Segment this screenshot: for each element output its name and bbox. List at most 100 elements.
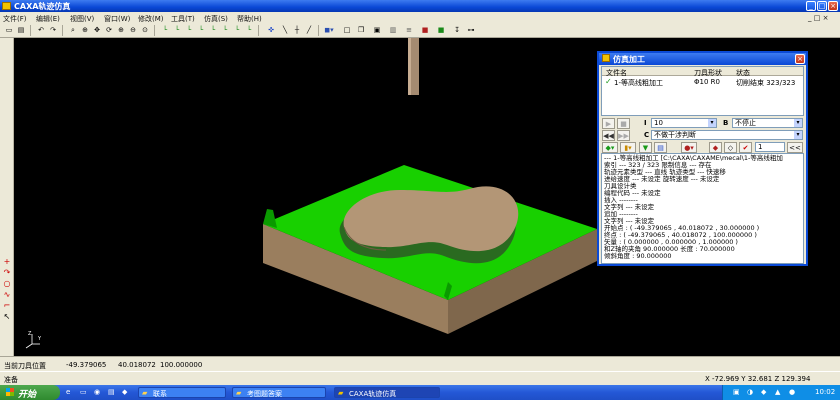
task-label: CAXA轨迹仿真 (349, 390, 397, 398)
ready-text: 准备 (4, 376, 18, 384)
file-row-tool: Φ10 R0 (694, 78, 720, 86)
redo-icon[interactable]: ↷ (48, 25, 58, 35)
dimension-icon[interactable]: ┼ (292, 25, 302, 35)
color-button[interactable]: ●▾ (681, 142, 697, 153)
material-button[interactable]: ◆ (709, 142, 722, 153)
view-bottom-icon[interactable]: └ (220, 25, 230, 35)
view-left-icon[interactable]: └ (184, 25, 194, 35)
line-icon[interactable]: ╲ (280, 25, 290, 35)
path-display-button[interactable]: ▤ (654, 142, 667, 153)
tray-volume-icon[interactable]: ◑ (747, 388, 753, 396)
tool-icon[interactable]: ↧ (452, 25, 462, 35)
box-icon[interactable]: ▣ (372, 25, 382, 35)
circle-icon[interactable]: ○ (2, 278, 12, 288)
zoom-all-icon[interactable]: ⊙ (140, 25, 150, 35)
status-bar-secondary: 准备 X -72.969 Y 32.681 Z 129.394 (0, 371, 840, 385)
simulation-dialog[interactable]: 仿真加工 × 文件名 刀具形状 状态 ✓ 1-等高线粗加工 Φ10 R0 切削结… (597, 51, 808, 266)
maximize-button[interactable]: □ (817, 1, 827, 11)
new-file-icon[interactable]: ▭ (4, 25, 14, 35)
quicklaunch-caxa-icon[interactable]: ◆ (122, 388, 131, 397)
task-label: 考图题答案 (247, 390, 282, 398)
view-front-icon[interactable]: └ (160, 25, 170, 35)
tray-ime-icon[interactable]: ▲ (775, 388, 780, 396)
tool-display-button[interactable]: ▮▾ (620, 142, 636, 153)
confirm-check-icon[interactable]: ✔ (739, 142, 752, 153)
task-lianxi[interactable]: ▰ 联系 (138, 387, 226, 398)
file-row[interactable]: ✓ 1-等高线粗加工 Φ10 R0 切削结束 323/323 (602, 77, 803, 87)
view-top-icon[interactable]: └ (208, 25, 218, 35)
minimize-button[interactable]: _ (806, 1, 816, 11)
quicklaunch-desktop-icon[interactable]: ▭ (80, 388, 89, 397)
dialog-title: 仿真加工 (613, 55, 645, 64)
zoom-out-icon[interactable]: ⊖ (128, 25, 138, 35)
zoom-in-icon[interactable]: ⊕ (116, 25, 126, 35)
stock-display-button[interactable]: ◆▾ (602, 142, 618, 153)
dialog-app-icon (602, 54, 610, 62)
measure-icon[interactable]: ╱ (304, 25, 314, 35)
tool-path-icon[interactable]: ⊶ (466, 25, 476, 35)
tool-position-x: -49.379065 (66, 361, 107, 369)
pick-icon[interactable]: ↖ (2, 311, 12, 321)
pan-icon[interactable]: ✥ (92, 25, 102, 35)
close-button[interactable]: × (828, 1, 838, 11)
polyline-icon[interactable]: ⌐ (2, 300, 12, 310)
view-iso2-icon[interactable]: └ (244, 25, 254, 35)
check-icon: ✓ (605, 77, 612, 86)
view-iso-icon[interactable]: └ (232, 25, 242, 35)
rotate-icon[interactable]: ⟳ (104, 25, 114, 35)
solid-icon[interactable]: ■ (436, 25, 446, 35)
interference-select[interactable]: 不做干涉判断 ▾ (651, 130, 803, 140)
material-icon[interactable]: ■ (420, 25, 430, 35)
quicklaunch-folder-icon[interactable]: ▤ (108, 388, 117, 397)
zoom-window-icon[interactable]: ⌕ (68, 25, 78, 35)
tray-update-icon[interactable]: ● (789, 388, 795, 396)
menu-mdi-controls[interactable]: _ □ × (808, 14, 828, 22)
cylinder-icon[interactable]: ▥ (388, 25, 398, 35)
file-row-name: 1-等高线粗加工 (614, 79, 663, 87)
clock[interactable]: 10:02 (815, 388, 835, 396)
stop-mode-select[interactable]: 不停止 ▾ (732, 118, 803, 128)
chevron-down-icon: ▾ (794, 119, 802, 127)
tray-security-icon[interactable]: ◆ (761, 388, 766, 396)
task-caxa[interactable]: ▰ CAXA轨迹仿真 (334, 387, 440, 398)
undo-icon[interactable]: ↶ (36, 25, 46, 35)
cube-icon[interactable]: ❒ (356, 25, 366, 35)
forward-button[interactable]: ▶▶ (617, 130, 630, 141)
rewind-button[interactable]: ◀◀ (602, 130, 615, 141)
spline-icon[interactable]: ∿ (2, 289, 12, 299)
window-title-bar[interactable]: CAXA轨迹仿真 _ □ × (0, 0, 840, 12)
view-back-icon[interactable]: └ (172, 25, 182, 35)
display-mode-icon[interactable]: ◼▾ (322, 25, 336, 35)
point-icon[interactable]: + (2, 256, 12, 266)
layers-icon[interactable]: ≡ (404, 25, 414, 35)
tool-position-label: 当前刀具位置 (4, 362, 46, 370)
quicklaunch-ie-icon[interactable]: e (66, 388, 75, 397)
pocket-floor (343, 186, 519, 252)
start-button[interactable]: 开始 (0, 385, 60, 400)
view-right-icon[interactable]: └ (196, 25, 206, 35)
window-title: CAXA轨迹仿真 (14, 2, 71, 11)
tray-network-icon[interactable]: ▣ (733, 388, 740, 396)
task-label: 联系 (153, 390, 167, 398)
file-row-state: 切削结束 323/323 (736, 79, 796, 87)
dialog-title-bar[interactable]: 仿真加工 (599, 53, 806, 65)
move-icon[interactable]: ✜ (266, 25, 276, 35)
dialog-close-button[interactable]: × (795, 54, 805, 64)
menu-bar: 文件(F) 编辑(E) 视图(V) 窗口(W) 修改(M) 工具(T) 仿真(S… (0, 12, 840, 23)
open-file-icon[interactable]: ▤ (16, 25, 26, 35)
play-button[interactable]: ▶ (602, 118, 615, 129)
system-tray: ▣ ◑ ◆ ▲ ● 10:02 (722, 385, 840, 400)
frame-icon[interactable]: □ (342, 25, 352, 35)
field-i-label: I (644, 119, 647, 127)
zoom-icon[interactable]: ⊕ (80, 25, 90, 35)
step-input[interactable]: 1 (755, 142, 785, 152)
step-back-button[interactable]: << (787, 142, 803, 153)
quicklaunch-media-icon[interactable]: ◉ (94, 388, 103, 397)
info-log[interactable]: --- 1-等高线粗加工 [C:\CAXA\CAXAME\mecal\1-等高线… (601, 153, 804, 264)
speed-select[interactable]: 10 ▾ (651, 118, 717, 128)
arc-icon[interactable]: ↷ (2, 267, 12, 277)
task-answers[interactable]: ▰ 考图题答案 (232, 387, 326, 398)
filter-button[interactable]: ▼ (639, 142, 652, 153)
stop-button[interactable]: ■ (617, 118, 630, 129)
eraser-button[interactable]: ◇ (724, 142, 737, 153)
